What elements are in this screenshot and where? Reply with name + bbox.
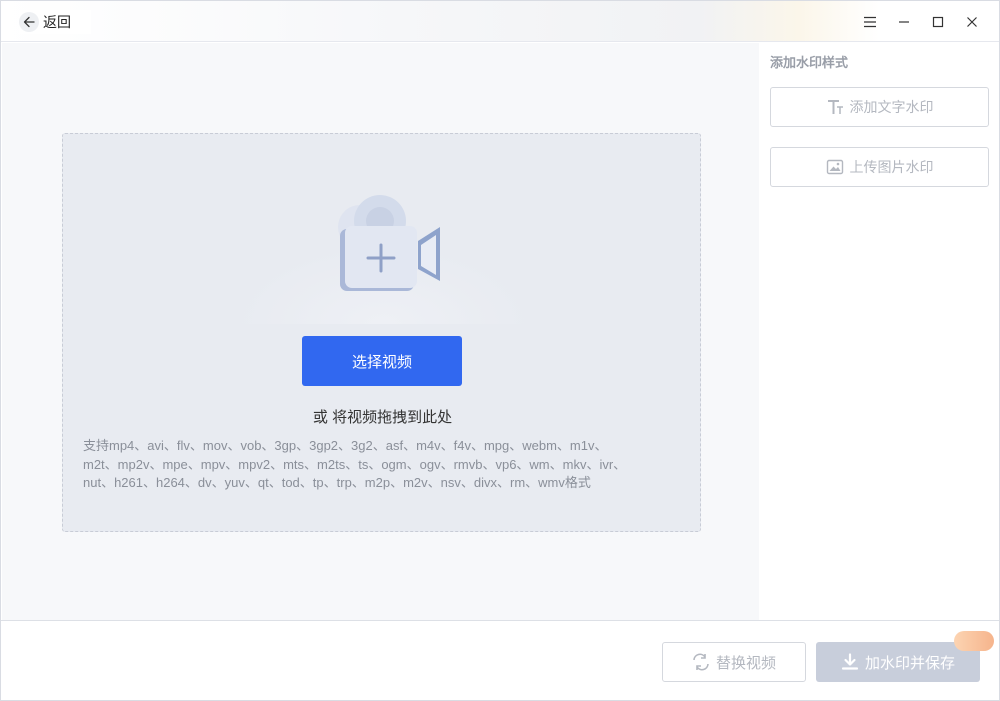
menu-icon — [864, 16, 876, 28]
minimize-icon — [899, 21, 909, 23]
title-bar: 返回 — [1, 1, 999, 42]
video-drop-zone[interactable]: 选择视频 或 将视频拖拽到此处 支持mp4、avi、flv、mov、vob、3g… — [62, 133, 701, 532]
minimize-button[interactable] — [887, 9, 921, 35]
close-icon — [967, 17, 977, 27]
add-text-watermark-button[interactable]: 添加文字水印 — [770, 87, 989, 127]
video-camera-add-icon — [338, 195, 440, 291]
watermark-panel: 添加水印样式 添加文字水印 上传图片水印 — [759, 43, 999, 620]
upload-image-watermark-button[interactable]: 上传图片水印 — [770, 147, 989, 187]
drag-hint: 或 将视频拖拽到此处 — [312, 409, 453, 426]
formats-line: 支持mp4、avi、flv、mov、vob、3gp、3gp2、3g2、asf、m… — [83, 438, 608, 453]
app-window: 返回 选择视频 或 将视频拖拽到此处 支持mp4、avi、flv、mov、vob… — [0, 0, 1000, 701]
save-label: 加水印并保存 — [864, 654, 955, 672]
add-watermark-save-button[interactable]: 加水印并保存 — [816, 642, 980, 682]
menu-button[interactable] — [853, 9, 887, 35]
supported-formats: 支持mp4、avi、flv、mov、vob、3gp、3gp2、3g2、asf、m… — [83, 437, 683, 493]
replace-video-button[interactable]: 替换视频 — [662, 642, 806, 682]
download-icon — [841, 653, 859, 671]
replace-icon — [692, 653, 710, 671]
window-controls — [853, 9, 989, 35]
maximize-button[interactable] — [921, 9, 955, 35]
panel-title: 添加水印样式 — [770, 55, 849, 70]
main-area: 选择视频 或 将视频拖拽到此处 支持mp4、avi、flv、mov、vob、3g… — [2, 43, 759, 620]
promo-badge — [954, 631, 994, 651]
add-text-watermark-label: 添加文字水印 — [849, 99, 934, 115]
arrow-left-icon — [19, 12, 39, 32]
replace-video-label: 替换视频 — [715, 654, 776, 672]
back-label: 返回 — [43, 14, 71, 30]
formats-line: nut、h261、h264、dv、yuv、qt、tod、tp、trp、m2p、m… — [83, 475, 591, 490]
bottom-bar: 替换视频 加水印并保存 — [1, 620, 999, 700]
upload-image-watermark-label: 上传图片水印 — [849, 159, 934, 175]
select-video-button[interactable]: 选择视频 — [302, 336, 462, 386]
text-icon — [826, 98, 844, 116]
maximize-icon — [932, 16, 944, 28]
image-icon — [826, 158, 844, 176]
close-button[interactable] — [955, 9, 989, 35]
formats-line: m2t、mp2v、mpe、mpv、mpv2、mts、m2ts、ts、ogm、og… — [83, 456, 627, 472]
back-button[interactable]: 返回 — [19, 10, 91, 34]
